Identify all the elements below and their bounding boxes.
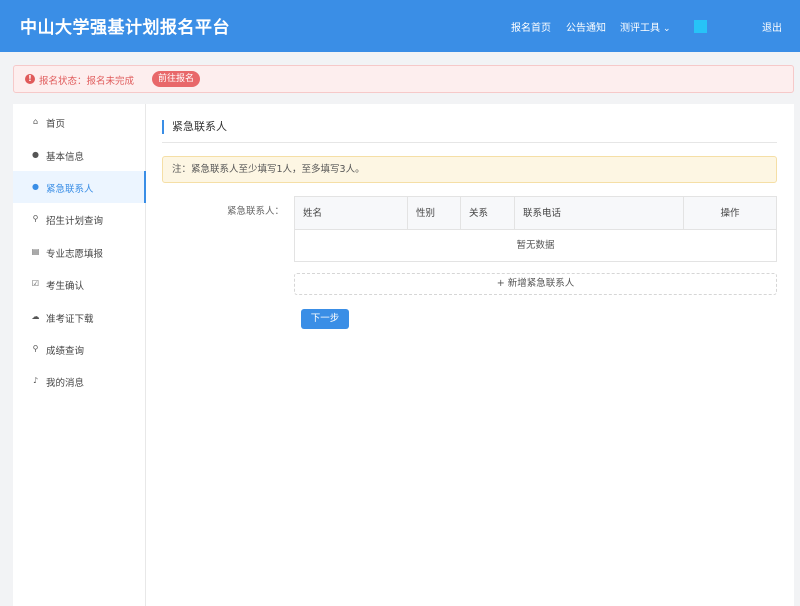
nav-notices[interactable]: 公告通知 [566,19,606,34]
nav-assessment-tools[interactable]: 测评工具 ⌄ [620,19,671,34]
table-empty-text: 暂无数据 [516,240,555,251]
app-title: 中山大学强基计划报名平台 [20,18,230,38]
table-header: 姓名 性别 关系 联系电话 操作 [295,197,776,230]
sidebar-item-score-query[interactable]: ⚲ 成绩查询 [13,333,146,365]
sidebar-item-emergency-contact[interactable]: ● 紧急联系人 [13,171,146,203]
sidebar: ⌂ 首页 ● 基本信息 ● 紧急联系人 ⚲ 招生计划查询 ▤ 专业志愿填报 ☑ … [13,104,146,606]
exclamation-icon: ! [25,74,35,84]
sidebar-item-my-messages[interactable]: ♪ 我的消息 [13,365,146,397]
nav-registration-home[interactable]: 报名首页 [511,19,551,34]
sidebar-item-label: 首页 [46,119,66,130]
sidebar-item-label: 我的消息 [46,378,85,389]
emergency-contact-label: 紧急联系人： [227,206,285,217]
avatar[interactable] [694,20,707,33]
registration-status-text: 报名状态：报名未完成 [39,76,135,87]
top-header: 中山大学强基计划报名平台 报名首页 公告通知 测评工具 ⌄ 退出 [0,0,800,52]
go-register-button[interactable]: 前往报名 [152,71,201,87]
add-emergency-contact-button[interactable]: + 新增紧急联系人 [294,273,777,295]
sidebar-item-label: 专业志愿填报 [46,249,104,260]
sidebar-item-enrollment-plan[interactable]: ⚲ 招生计划查询 [13,203,146,235]
sidebar-item-home[interactable]: ⌂ 首页 [13,106,146,138]
sidebar-item-candidate-confirm[interactable]: ☑ 考生确认 [13,268,146,300]
column-header-actions: 操作 [720,208,740,219]
sidebar-item-label: 准考证下载 [46,314,94,325]
sidebar-item-basic-info[interactable]: ● 基本信息 [13,139,146,171]
column-header-phone: 联系电话 [515,197,684,230]
sidebar-item-label: 考生确认 [46,281,85,292]
chevron-down-icon: ⌄ [663,24,671,34]
search-icon: ⚲ [32,344,39,353]
sidebar-item-label: 招生计划查询 [46,216,104,227]
content-panel: ⌂ 首页 ● 基本信息 ● 紧急联系人 ⚲ 招生计划查询 ▤ 专业志愿填报 ☑ … [13,104,794,606]
sidebar-item-admission-ticket[interactable]: ☁ 准考证下载 [13,301,146,333]
cloud-download-icon: ☁ [31,312,40,321]
user-icon: ● [32,150,39,159]
notice-box: 注：紧急联系人至少填写1人，至多填写3人。 [162,156,777,183]
column-header-relation: 关系 [461,197,515,230]
bell-icon: ♪ [32,376,39,385]
logout-link[interactable]: 退出 [762,19,782,34]
column-header-name: 姓名 [295,197,408,230]
search-icon: ⚲ [32,214,39,223]
emergency-contact-table: 姓名 性别 关系 联系电话 操作 暂无数据 [294,196,777,262]
sidebar-item-label: 成绩查询 [46,346,85,357]
main-content: 紧急联系人 注：紧急联系人至少填写1人，至多填写3人。 紧急联系人： 姓名 性别… [162,104,794,606]
next-step-button[interactable]: 下一步 [301,309,349,329]
nav-tools-label: 测评工具 [620,23,660,34]
home-icon: ⌂ [32,117,39,126]
sidebar-item-label: 紧急联系人 [46,184,94,195]
user-icon: ● [32,182,39,191]
form-icon: ▤ [31,247,40,256]
section-title: 紧急联系人 [162,120,227,134]
check-square-icon: ☑ [31,279,40,288]
sidebar-item-label: 基本信息 [46,152,85,163]
column-header-gender: 性别 [408,197,461,230]
sidebar-item-major-preference[interactable]: ▤ 专业志愿填报 [13,236,146,268]
registration-status-alert: ! 报名状态：报名未完成 前往报名 [13,65,794,93]
divider [162,142,777,143]
